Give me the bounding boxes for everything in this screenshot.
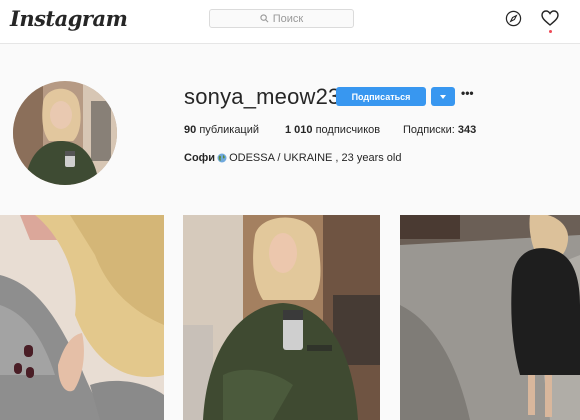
profile-username: sonya_meow23 bbox=[184, 84, 341, 109]
profile-stats: 90 публикаций 1 010 подписчиков Подписки… bbox=[184, 124, 484, 138]
posts-label: публикаций bbox=[199, 124, 260, 136]
more-options-icon[interactable]: ••• bbox=[461, 87, 475, 102]
instagram-logo[interactable]: Instagram bbox=[10, 6, 128, 31]
post-thumbnail[interactable] bbox=[0, 215, 164, 420]
post-thumbnail[interactable] bbox=[183, 215, 380, 420]
posts-count-stat: 90 публикаций bbox=[184, 124, 259, 136]
heart-icon[interactable] bbox=[541, 10, 559, 27]
notification-dot bbox=[549, 30, 552, 33]
top-navigation-bar: Instagram Поиск bbox=[0, 0, 580, 44]
profile-avatar[interactable] bbox=[13, 81, 117, 185]
followers-label: подписчиков bbox=[315, 124, 381, 136]
follow-button[interactable]: Подписаться bbox=[336, 87, 426, 106]
globe-icon bbox=[217, 153, 227, 163]
search-placeholder: Поиск bbox=[272, 12, 304, 25]
bio-text: ODESSA / UKRAINE , 23 years old bbox=[229, 152, 402, 164]
followers-link[interactable]: 1 010 подписчиков bbox=[285, 124, 380, 136]
following-count: 343 bbox=[457, 124, 477, 136]
followers-count: 1 010 bbox=[285, 124, 313, 136]
bio-full-name: Софи bbox=[184, 152, 216, 164]
chevron-down-icon bbox=[440, 94, 446, 99]
search-icon bbox=[260, 14, 269, 23]
suggestions-dropdown-button[interactable] bbox=[431, 87, 455, 106]
following-label: Подписки: bbox=[403, 124, 455, 136]
search-input[interactable]: Поиск bbox=[209, 9, 354, 28]
following-link[interactable]: Подписки: 343 bbox=[403, 124, 476, 136]
post-thumbnail[interactable] bbox=[400, 215, 580, 420]
profile-bio: Софи ODESSA / UKRAINE , 23 years old bbox=[184, 152, 401, 164]
compass-icon[interactable] bbox=[505, 10, 522, 27]
posts-count: 90 bbox=[184, 124, 197, 136]
